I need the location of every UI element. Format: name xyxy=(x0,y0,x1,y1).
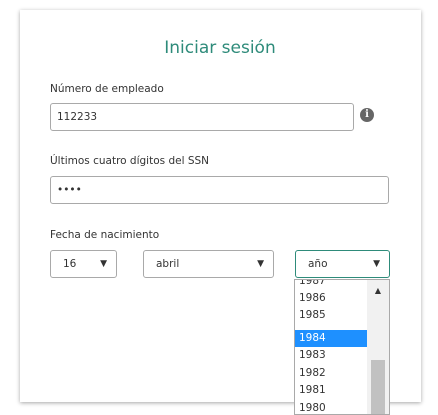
month-select[interactable]: abril ▼ xyxy=(143,250,274,278)
year-option[interactable]: 1983 xyxy=(295,347,367,364)
chevron-down-icon: ▼ xyxy=(257,259,264,269)
scroll-up-icon[interactable]: ▲ xyxy=(367,286,389,295)
year-select[interactable]: año ▼ xyxy=(295,250,390,278)
ssn-field[interactable]: •••• xyxy=(50,176,389,204)
year-option[interactable]: 1980 xyxy=(295,400,367,414)
birth-date-label: Fecha de nacimiento xyxy=(50,229,160,241)
day-select[interactable]: 16 ▼ xyxy=(50,250,117,278)
month-select-value: abril xyxy=(156,258,180,270)
page: Iniciar sesión Número de empleado 112233… xyxy=(0,0,438,415)
year-select-value: año xyxy=(308,258,328,270)
info-icon[interactable]: i xyxy=(360,108,374,122)
ssn-label: Últimos cuatro dígitos del SSN xyxy=(50,155,210,167)
year-dropdown-list[interactable]: 1987 1986 1985 1984 1983 1982 1981 1980 … xyxy=(294,279,390,415)
year-option[interactable]: 1985 xyxy=(295,307,367,324)
scrollbar-thumb[interactable] xyxy=(371,360,385,414)
day-select-value: 16 xyxy=(63,258,77,270)
year-option[interactable]: 1986 xyxy=(295,290,367,307)
chevron-down-icon: ▼ xyxy=(100,259,107,269)
year-option[interactable]: 1981 xyxy=(295,382,367,399)
chevron-down-icon: ▼ xyxy=(373,259,380,269)
dropdown-scrollbar[interactable]: ▲ xyxy=(367,280,389,414)
employee-number-label: Número de empleado xyxy=(50,83,164,95)
employee-number-field[interactable]: 112233 xyxy=(50,103,354,131)
year-option[interactable]: 1982 xyxy=(295,365,367,382)
year-option[interactable]: 1987 xyxy=(295,280,367,290)
year-option-selected[interactable]: 1984 xyxy=(295,330,367,347)
page-title: Iniciar sesión xyxy=(164,38,276,58)
